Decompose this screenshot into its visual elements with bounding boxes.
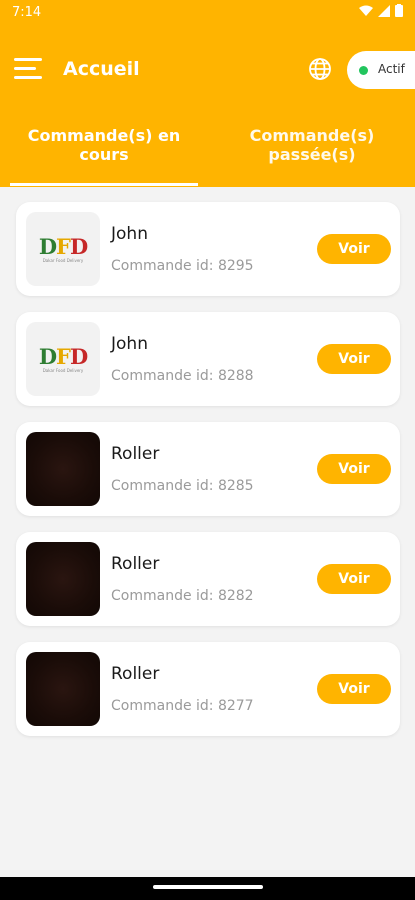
app-bar: Accueil Actif (0, 26, 415, 112)
order-tabs: Commande(s) en cours Commande(s) passée(… (0, 112, 415, 187)
customer-name: John (111, 334, 148, 354)
status-dot (359, 66, 368, 75)
order-thumbnail (26, 432, 100, 506)
system-nav-bar (0, 877, 415, 900)
status-label: Actif (378, 62, 405, 76)
customer-name: John (111, 224, 148, 244)
status-bar: 7:14 (0, 0, 415, 26)
page-title: Accueil (63, 58, 140, 80)
signal-icon (378, 4, 390, 17)
order-thumbnail (26, 652, 100, 726)
view-order-button[interactable]: Voir (317, 674, 391, 704)
order-card[interactable]: Roller Commande id: 8277 Voir (16, 642, 400, 736)
order-thumbnail (26, 542, 100, 616)
order-id: Commande id: 8288 (111, 368, 254, 384)
view-order-button[interactable]: Voir (317, 234, 391, 264)
order-card[interactable]: DFD Dakar Food Delivery John Commande id… (16, 202, 400, 296)
status-time: 7:14 (12, 5, 42, 20)
globe-icon[interactable] (308, 57, 332, 81)
order-id: Commande id: 8285 (111, 478, 254, 494)
order-id: Commande id: 8277 (111, 698, 254, 714)
availability-toggle[interactable]: Actif (347, 51, 415, 89)
menu-icon[interactable] (14, 58, 42, 80)
restaurant-logo: DFD Dakar Food Delivery (26, 212, 100, 286)
customer-name: Roller (111, 554, 160, 574)
tab-current-orders[interactable]: Commande(s) en cours (4, 126, 204, 164)
restaurant-logo: DFD Dakar Food Delivery (26, 322, 100, 396)
order-card[interactable]: DFD Dakar Food Delivery John Commande id… (16, 312, 400, 406)
order-id: Commande id: 8295 (111, 258, 254, 274)
view-order-button[interactable]: Voir (317, 344, 391, 374)
tab-label-line2: cours (79, 145, 129, 164)
tab-label-line1: Commande(s) en (27, 126, 181, 145)
order-id: Commande id: 8282 (111, 588, 254, 604)
tab-indicator (10, 183, 198, 186)
battery-icon (395, 4, 403, 17)
order-card[interactable]: Roller Commande id: 8282 Voir (16, 532, 400, 626)
wifi-icon (359, 5, 373, 16)
view-order-button[interactable]: Voir (317, 564, 391, 594)
customer-name: Roller (111, 444, 160, 464)
tab-label-line1: Commande(s) (249, 126, 375, 145)
tab-label-line2: passée(s) (268, 145, 356, 164)
tab-past-orders[interactable]: Commande(s) passée(s) (212, 126, 412, 164)
view-order-button[interactable]: Voir (317, 454, 391, 484)
customer-name: Roller (111, 664, 160, 684)
order-card[interactable]: Roller Commande id: 8285 Voir (16, 422, 400, 516)
home-gesture-handle[interactable] (153, 885, 263, 889)
status-icons (359, 4, 403, 17)
